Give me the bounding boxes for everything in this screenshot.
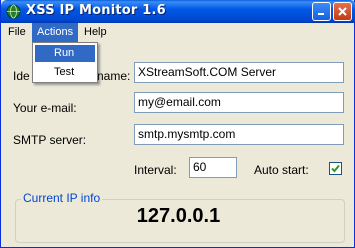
network-globe-icon [6,4,21,19]
auto-start-checkbox[interactable] [329,162,342,175]
close-icon [338,7,347,16]
identity-name-input[interactable]: XStreamSoft.COM Server [134,62,344,83]
app-window: XSS IP Monitor 1.6 File Actions Help Ide… [0,0,355,248]
menu-help[interactable]: Help [79,23,112,42]
identity-label-end: name: [97,69,131,83]
menu-file[interactable]: File [3,23,31,42]
auto-start-label: Auto start: [254,163,309,177]
email-input[interactable]: my@email.com [134,92,344,113]
identity-label-start: Ide [13,69,30,83]
checkmark-icon [331,164,340,173]
close-button[interactable] [333,2,352,21]
menu-item-run[interactable]: Run [35,45,95,62]
minimize-button[interactable] [312,2,331,21]
email-label: Your e-mail: [13,101,77,115]
menu-bar: File Actions Help [1,23,354,42]
minimize-icon [318,13,324,15]
interval-label: Interval: [134,163,177,177]
window-title: XSS IP Monitor 1.6 [26,3,166,18]
menu-item-test[interactable]: Test [35,64,95,81]
title-bar[interactable]: XSS IP Monitor 1.6 [1,0,355,23]
smtp-server-label: SMTP server: [13,133,87,147]
menu-actions[interactable]: Actions [32,23,79,42]
current-ip-value: 127.0.0.1 [136,205,221,227]
smtp-server-input[interactable]: smtp.mysmtp.com [134,124,344,145]
current-ip-caption: Current IP info [21,191,103,205]
actions-dropdown-menu: Run Test [32,42,98,83]
interval-input[interactable]: 60 [189,157,237,178]
